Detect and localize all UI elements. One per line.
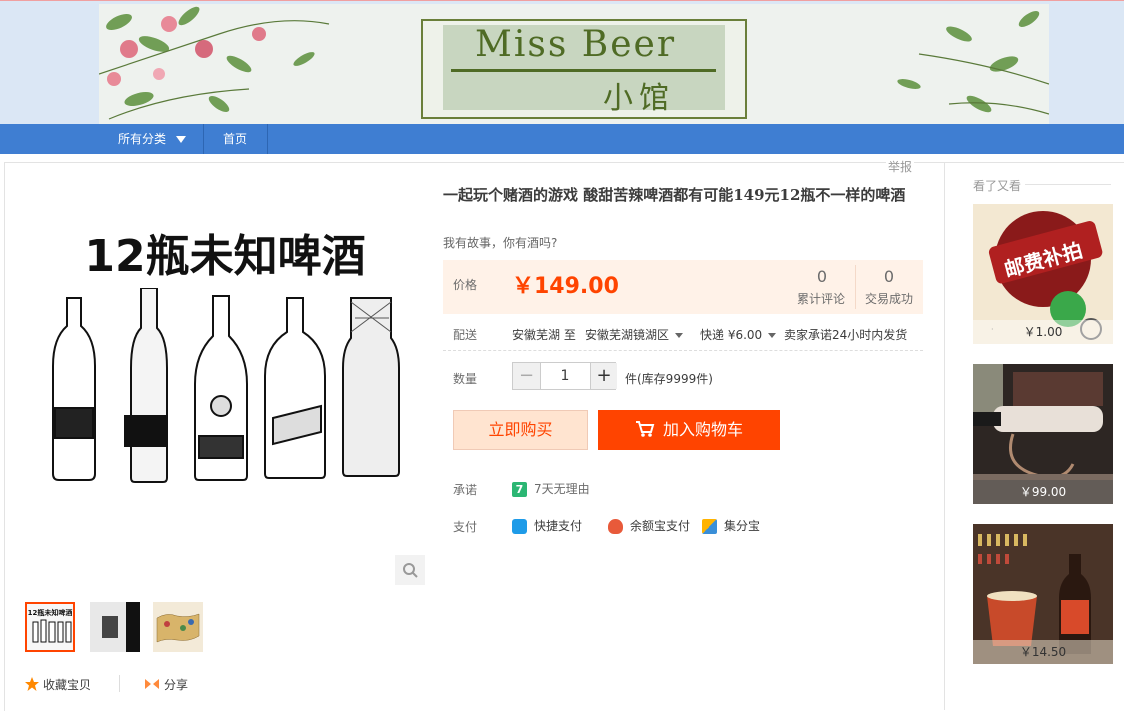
sales-label: 交易成功 — [864, 292, 913, 306]
sidebar-item-price: ￥99.00 — [973, 480, 1113, 504]
caret-down-icon — [768, 333, 777, 338]
share-label: 分享 — [164, 678, 189, 692]
thumbnail-bottles — [32, 619, 72, 643]
logo-divider — [451, 69, 716, 72]
thumbnail-map — [153, 602, 203, 652]
caret-down-icon — [675, 333, 684, 338]
sidebar-item-2[interactable]: ￥99.00 — [973, 364, 1113, 504]
action-divider — [119, 675, 120, 692]
payment-method-2: 余额宝支付 — [630, 519, 691, 533]
logo-subtitle: 小馆 — [603, 81, 675, 116]
promise-7-days[interactable]: 7 7天无理由 — [512, 480, 590, 497]
payment-label: 支付 — [453, 520, 478, 534]
reviews-label[interactable]: 累计评论 — [786, 290, 856, 307]
buy-now-button[interactable]: 立即购买 — [453, 410, 588, 450]
sidebar-item-price: ￥14.50 — [973, 640, 1113, 664]
payment-quick[interactable]: 快捷支付 — [512, 517, 582, 534]
report-link[interactable]: 举报 — [886, 158, 915, 175]
seven-days-icon: 7 — [512, 482, 527, 497]
thumbnail-beer-glass — [90, 602, 140, 652]
money-bag-icon — [608, 519, 623, 534]
logo-title: Miss Beer — [475, 24, 677, 65]
payment-yuebao[interactable]: 余额宝支付 — [608, 517, 690, 534]
zoom-button[interactable] — [395, 555, 425, 585]
promise-label: 承诺 — [453, 483, 478, 497]
sidebar-item-1[interactable]: · 邮费补拍 ￥1.00 — [973, 204, 1113, 344]
share-button[interactable]: 分享 — [144, 676, 188, 693]
nav-divider — [203, 124, 204, 154]
sidebar-item-3[interactable]: ￥14.50 — [973, 524, 1113, 664]
ship-promise: 卖家承诺24小时内发货 — [784, 328, 908, 342]
price-label: 价格 — [453, 278, 478, 292]
cart-icon — [635, 421, 655, 437]
favorite-button[interactable]: 收藏宝贝 — [25, 676, 91, 693]
ship-destination-value: 安徽芜湖镜湖区 — [585, 328, 670, 342]
quick-pay-icon — [512, 519, 527, 534]
main-product-image[interactable]: 12瓶未知啤酒 — [25, 180, 425, 580]
sidebar-item-price: ￥1.00 — [973, 320, 1113, 344]
share-icon — [145, 679, 159, 689]
quantity-stepper: − 1 + — [512, 362, 617, 390]
shop-nav-bar: 所有分类 首页 — [0, 124, 1124, 154]
add-to-cart-button[interactable]: 加入购物车 — [598, 410, 780, 450]
beer-bottles-illustration — [52, 288, 400, 483]
payment-jifenbao[interactable]: 集分宝 — [702, 517, 760, 534]
shipping-label: 配送 — [453, 328, 478, 342]
payment-method-3: 集分宝 — [724, 519, 761, 533]
price-value: ￥149.00 — [512, 274, 619, 299]
ship-destination-select[interactable]: 安徽芜湖镜湖区 — [585, 326, 684, 343]
promise-text: 7天无理由 — [534, 482, 590, 496]
favorite-label: 收藏宝贝 — [43, 678, 92, 692]
thumbnail-1[interactable]: 12瓶未知啤酒 — [25, 602, 75, 652]
ship-fee-value: 快递 ¥6.00 — [700, 328, 763, 342]
quantity-label: 数量 — [453, 372, 478, 386]
main-image-heading: 12瓶未知啤酒 — [84, 231, 366, 282]
nav-divider — [267, 124, 268, 154]
product-title: 一起玩个赌酒的游戏 酸甜苦辣啤酒都有可能149元12瓶不一样的啤酒 — [443, 186, 906, 204]
add-to-cart-label: 加入购物车 — [662, 420, 743, 439]
jifenbao-icon — [702, 519, 717, 534]
stock-text: 件(库存9999件) — [625, 372, 713, 386]
payment-method-1: 快捷支付 — [534, 519, 583, 533]
sidebar-title: 看了又看 — [973, 179, 1022, 193]
ship-from: 安徽芜湖 至 — [512, 328, 576, 342]
thumbnail-3[interactable] — [153, 602, 203, 652]
thumbnail-2[interactable] — [90, 602, 140, 652]
sidebar-title-line — [1025, 184, 1111, 185]
triangle-down-icon — [175, 136, 186, 143]
nav-categories-label: 所有分类 — [118, 132, 167, 146]
shop-logo[interactable]: Miss Beer 小馆 — [421, 19, 747, 119]
nav-all-categories[interactable]: 所有分类 — [118, 124, 186, 154]
star-icon — [25, 677, 39, 691]
reviews-count[interactable]: 0 — [792, 267, 852, 286]
nav-home[interactable]: 首页 — [223, 124, 247, 154]
shipping-divider — [443, 350, 923, 351]
sidebar-divider — [944, 163, 945, 710]
quantity-increase-button[interactable]: + — [590, 363, 617, 389]
product-subtitle: 我有故事，你有酒吗? — [443, 236, 558, 250]
shop-banner[interactable]: Miss Beer 小馆 — [99, 4, 1049, 124]
quantity-decrease-button[interactable]: − — [513, 363, 541, 389]
magnifier-icon — [403, 563, 418, 578]
quantity-input[interactable]: 1 — [541, 363, 589, 389]
sales-count: 0 — [883, 267, 895, 286]
ship-method-select[interactable]: 快递 ¥6.00 — [700, 326, 777, 343]
